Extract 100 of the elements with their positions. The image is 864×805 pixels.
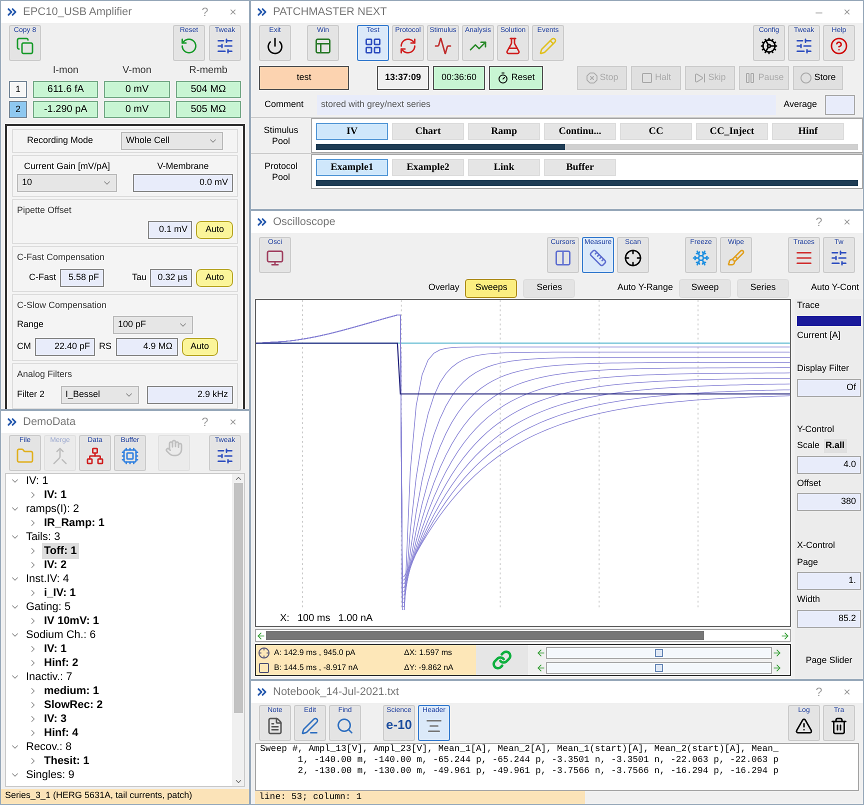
pool-tab[interactable]: Hinf [772, 123, 844, 140]
pool-tab[interactable]: CC [620, 123, 692, 140]
clock-display: 13:37:09 [377, 66, 429, 90]
scrollbar-thumb[interactable] [316, 144, 566, 150]
arrow-right-icon[interactable] [772, 648, 782, 658]
value-field[interactable]: 22.40 pF [35, 338, 95, 356]
dropdown[interactable]: 10 [17, 174, 117, 192]
pool-label: Protocol Pool [263, 160, 299, 184]
pool-tab[interactable]: Example2 [392, 159, 464, 176]
slider-track[interactable] [546, 662, 772, 674]
slider-thumb[interactable] [655, 664, 663, 672]
pool-tab[interactable]: CC_Inject [696, 123, 768, 140]
text-line: 1, -140.00 m, -140.00 m, -65.244 p, -65.244 p, -3.3501 n, -3.3501 n, -22.063 p, -22.063 p [296, 755, 780, 766]
arrow-left-icon[interactable] [256, 630, 266, 640]
run-button[interactable]: Store [793, 66, 843, 90]
tree-item[interactable]: medium: 1 [42, 682, 102, 700]
toggle-button[interactable]: Sweeps [465, 278, 518, 298]
average-field[interactable] [825, 95, 855, 115]
arrow-right-icon[interactable] [780, 630, 790, 640]
merge-icon [51, 447, 69, 465]
value-field[interactable]: 0.32 µs [150, 268, 192, 286]
tree-item[interactable]: ramps(I): 2 [24, 500, 82, 518]
pool-tab[interactable]: Continu... [544, 123, 616, 140]
tree-item[interactable]: SlowRec: 2 [42, 696, 105, 714]
auto-button[interactable]: Auto [182, 338, 218, 356]
tree-item[interactable]: IV: 1 [42, 640, 69, 658]
tree-item[interactable]: IV: 2 [42, 556, 69, 574]
pool-tab[interactable]: IV [316, 123, 388, 140]
comment-field[interactable]: stored with grey/next series [317, 95, 776, 115]
pool-tab[interactable]: Buffer [544, 159, 616, 176]
meter-readout: 504 MΩ [176, 81, 241, 98]
value-field[interactable]: 2.9 kHz [146, 386, 233, 404]
pool-tab[interactable]: Ramp [468, 123, 540, 140]
rescale-button[interactable]: R.all [824, 439, 847, 452]
slider-thumb[interactable] [655, 648, 663, 656]
value-field[interactable]: 4.9 MΩ [116, 338, 178, 356]
dropdown[interactable]: I_Bessel [60, 386, 139, 404]
tree-item[interactable]: Tails: 3 [24, 528, 62, 546]
scroll-down-icon[interactable] [234, 777, 242, 786]
tree-item[interactable]: IV: 1 [42, 486, 69, 504]
scrollbar[interactable] [232, 474, 244, 786]
hand-icon [165, 439, 183, 457]
sliders-icon [795, 37, 813, 55]
scrollbar-thumb[interactable] [266, 631, 704, 640]
tree-item[interactable]: IV: 1 [24, 474, 50, 490]
toggle-button[interactable]: Sweep [678, 278, 731, 298]
folder-icon [16, 447, 34, 465]
pool-tab[interactable]: Link [468, 159, 540, 176]
slider-track[interactable] [546, 646, 772, 658]
trace-color-bar[interactable] [797, 316, 861, 326]
copy-icon [16, 37, 34, 55]
tree-item[interactable]: Singles: 9 [24, 766, 76, 784]
arrow-right-icon[interactable] [772, 662, 782, 672]
value-field[interactable]: 1. [797, 572, 861, 590]
arrow-left-icon[interactable] [536, 662, 546, 672]
tree-item[interactable]: Gating: 5 [24, 598, 73, 616]
tree-item[interactable]: Toff: 1 [42, 542, 79, 560]
tree-item[interactable]: Hinf: 4 [42, 724, 80, 742]
arrow-left-icon[interactable] [536, 648, 546, 658]
scrollbar[interactable] [316, 180, 858, 186]
tree-item[interactable]: Inst.IV: 4 [24, 570, 72, 588]
tree-item[interactable]: IV 10mV: 1 [42, 612, 102, 630]
field-label: X-Control [797, 539, 836, 552]
dropdown[interactable]: Whole Cell [121, 132, 223, 150]
tree-item[interactable]: Recov.: 8 [24, 738, 74, 756]
toggle-button[interactable]: Series [523, 278, 576, 298]
channel-button[interactable]: 2 [9, 101, 27, 118]
tree-item[interactable]: IR_Ramp: 1 [42, 514, 107, 532]
tree-item[interactable]: Hinf: 2 [42, 654, 80, 672]
skip-icon [694, 72, 706, 84]
pool-tab[interactable]: Chart [392, 123, 464, 140]
channel-button[interactable]: 1 [9, 81, 27, 98]
tree-item[interactable]: Thesit: 1 [42, 752, 92, 770]
dropdown[interactable]: 100 pF [113, 316, 193, 334]
scrollbar-thumb[interactable] [234, 483, 242, 713]
value-field[interactable]: 4.0 [797, 456, 861, 474]
auto-button[interactable]: Auto [196, 221, 233, 239]
link-button[interactable] [476, 645, 528, 675]
value-field[interactable]: 0.1 mV [148, 221, 192, 239]
auto-button[interactable]: Auto [196, 268, 233, 286]
window-logo-icon [255, 685, 269, 699]
status-bar: Series_3_1 (HERG 5631A, tail currents, patch) [1, 789, 249, 804]
value-field[interactable]: Of [797, 378, 861, 396]
toggle-button[interactable]: Series [736, 278, 789, 298]
field-label: Offset [797, 476, 822, 490]
help-icon [830, 37, 848, 55]
name-field[interactable]: test [259, 66, 349, 90]
reset-button[interactable]: Reset [489, 66, 543, 90]
tree-item[interactable]: i_IV: 1 [42, 584, 78, 602]
tree-item[interactable]: Sodium Ch.: 6 [24, 626, 98, 644]
scrollbar[interactable] [255, 629, 791, 642]
value-field[interactable]: 85.2 [797, 610, 861, 628]
value-field[interactable]: 380 [797, 493, 861, 511]
tree-item[interactable]: Inactiv.: 7 [24, 668, 74, 686]
meter-readout: 505 MΩ [176, 101, 241, 118]
tree-item[interactable]: IV: 3 [42, 710, 69, 728]
pool-tab[interactable]: Example1 [316, 159, 388, 176]
scroll-up-icon[interactable] [234, 474, 242, 483]
value-field[interactable]: 0.0 mV [133, 174, 233, 192]
value-field[interactable]: 5.58 pF [60, 268, 104, 286]
